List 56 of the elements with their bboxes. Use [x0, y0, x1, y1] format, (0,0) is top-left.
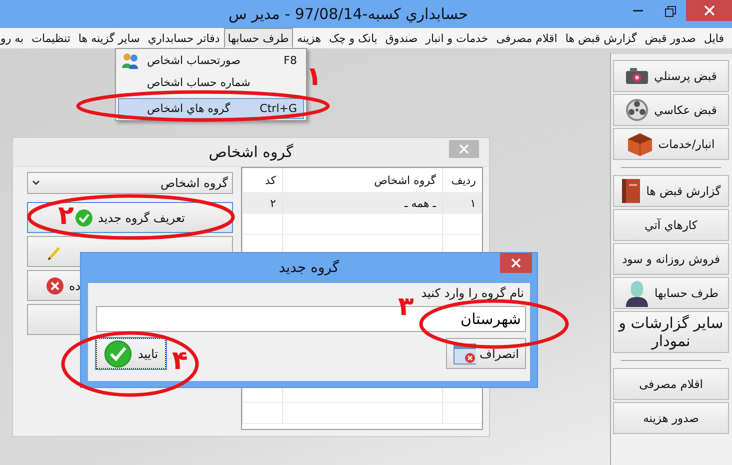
sidebar-button[interactable]: صدور هزینه — [613, 402, 729, 434]
ok-button[interactable]: تایید — [96, 338, 166, 369]
menu-item[interactable]: دفاتر حسابداري — [144, 28, 224, 48]
sidebar-button[interactable]: قبض عکاسي — [613, 94, 729, 126]
group-dropdown[interactable]: گروه اشخاص — [27, 172, 233, 194]
minimize-icon — [633, 10, 643, 12]
step-number: ۴ — [172, 348, 188, 374]
box-icon — [627, 131, 654, 157]
dialog-title: گروه جدید — [278, 260, 340, 276]
table-cell: ـ همه ـ — [282, 193, 442, 213]
restore-icon — [664, 6, 676, 16]
table-cell: ٢ — [242, 193, 282, 213]
chevron-down-icon — [32, 180, 40, 186]
sidebar-button[interactable]: سایر گزارشات و نمودار — [613, 311, 729, 353]
sidebar-button[interactable]: قبض پرسنلي — [613, 60, 729, 92]
menu-item[interactable]: خدمات و انبار — [422, 28, 492, 48]
sidebar-button[interactable]: طرف حسابها — [613, 277, 729, 309]
close-icon — [704, 5, 714, 16]
sidebar-button[interactable]: گزارش قبض ها — [613, 175, 729, 207]
person-icon — [624, 279, 650, 307]
menu-item[interactable]: سایر گزینه ها — [74, 28, 144, 48]
menu-item[interactable]: گزارش قبض ها — [561, 28, 641, 48]
window-title: حسابداري کسبه-97/08/14 - مدير س — [228, 5, 468, 23]
step-number: ١ — [306, 64, 322, 90]
sidebar-button[interactable]: فروش روزانه و سود — [613, 243, 729, 275]
menu-item[interactable]: صدور قبض — [640, 28, 700, 48]
camera-icon — [625, 67, 650, 85]
delete-icon — [46, 276, 64, 294]
menu-item[interactable]: تنظیمات — [28, 28, 74, 48]
column-header: ردیف — [442, 168, 482, 192]
table-cell: ١ — [442, 193, 482, 213]
close-icon — [511, 258, 521, 268]
close-button[interactable] — [500, 253, 532, 273]
column-header: کد — [242, 168, 282, 192]
menu-item[interactable]: فایل — [700, 28, 728, 48]
menu-item[interactable]: شماره حساب اشخاص — [118, 72, 304, 93]
close-icon — [459, 144, 469, 154]
check-icon — [75, 208, 94, 226]
field-label: نام گروه را وارد کنید — [421, 286, 524, 300]
step-number: ٢ — [58, 203, 74, 229]
sidebar-button[interactable]: اقلام مصرفی — [613, 368, 729, 400]
menu-item[interactable]: اقلام مصرفی — [492, 28, 562, 48]
sidebar-button[interactable]: انبار/خدمات — [613, 128, 729, 160]
close-button[interactable] — [686, 0, 732, 21]
book-icon — [621, 178, 642, 204]
menu-item[interactable]: به رو — [0, 28, 28, 48]
menu-item[interactable]: بانک و چک — [325, 28, 382, 48]
dialog-title: گروه اشخاص — [208, 143, 294, 161]
menu-item[interactable]: صندوق — [381, 28, 422, 48]
sidebar-button[interactable]: کارهاي آتي — [613, 209, 729, 241]
menu-item[interactable]: طرف حسابها — [224, 28, 293, 48]
menu-item[interactable]: هزینه — [292, 28, 326, 48]
check-icon — [104, 340, 132, 368]
people-icon — [121, 52, 139, 70]
column-header: گروه اشخاص — [282, 168, 442, 192]
film-reel-icon — [625, 98, 650, 122]
